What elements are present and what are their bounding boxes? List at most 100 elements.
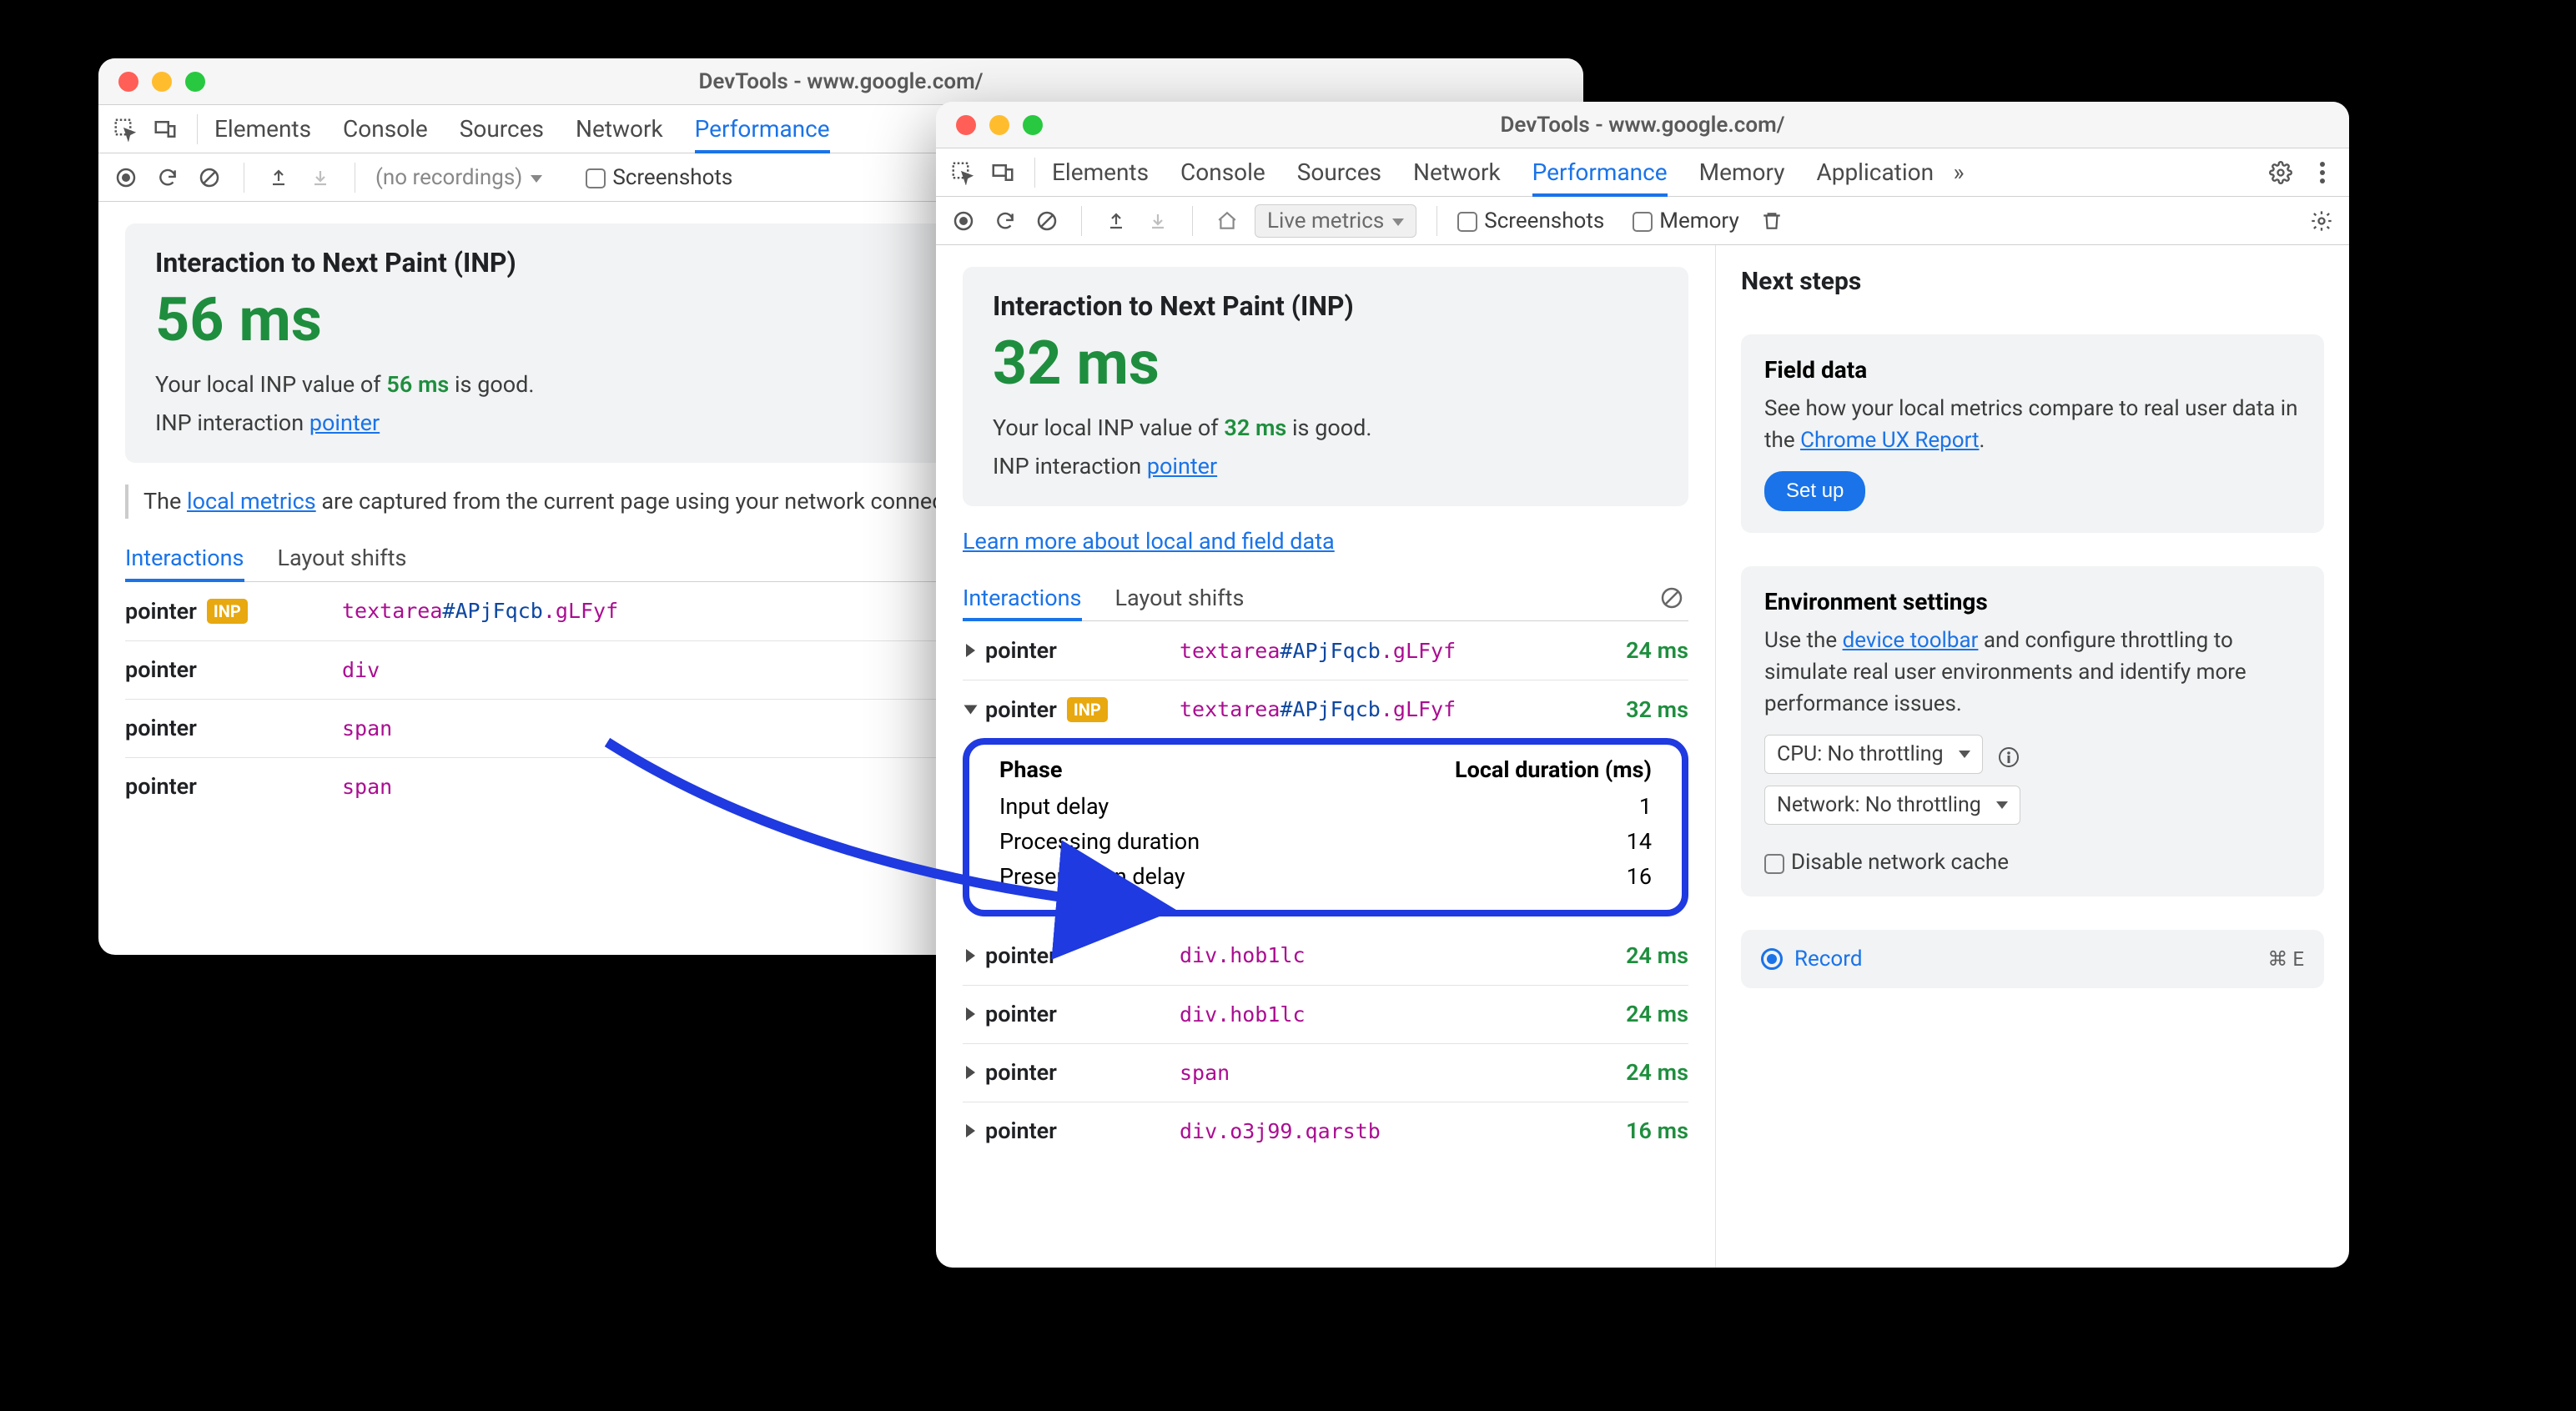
- inp-title: Interaction to Next Paint (INP): [993, 290, 1658, 322]
- tab-sources[interactable]: Sources: [1297, 148, 1381, 196]
- minimize-icon[interactable]: [152, 72, 172, 92]
- tab-sources[interactable]: Sources: [460, 105, 544, 153]
- interaction-row[interactable]: pointer span 24 ms: [963, 1043, 1688, 1102]
- clear-icon[interactable]: [195, 163, 224, 192]
- panel-tabs: Elements Console Sources Network Perform…: [936, 148, 2349, 197]
- interaction-rows: pointer textarea#APjFqcb.gLFyf 24 ms poi…: [963, 621, 1688, 738]
- interaction-row[interactable]: pointerINP textarea#APjFqcb.gLFyf 32 ms: [963, 680, 1688, 738]
- view-select[interactable]: Live metrics: [1255, 204, 1416, 238]
- subtab-interactions[interactable]: Interactions: [963, 575, 1082, 620]
- tab-memory[interactable]: Memory: [1699, 148, 1785, 196]
- home-icon[interactable]: [1213, 207, 1241, 235]
- download-icon[interactable]: [1144, 207, 1172, 235]
- env-title: Environment settings: [1764, 588, 2301, 615]
- info-icon[interactable]: [1998, 746, 2020, 768]
- tab-elements[interactable]: Elements: [1052, 148, 1149, 196]
- inp-interaction: INP interaction pointer: [993, 453, 1658, 480]
- chevron-right-icon[interactable]: [966, 1066, 975, 1079]
- inp-desc: Your local INP value of 32 ms is good.: [993, 414, 1658, 441]
- chevron-down-icon[interactable]: [964, 705, 978, 714]
- device-toolbar-link[interactable]: device toolbar: [1843, 628, 1979, 653]
- record-button[interactable]: Record: [1761, 947, 1862, 972]
- local-metrics-link[interactable]: local metrics: [187, 488, 316, 515]
- subtab-layout-shifts[interactable]: Layout shifts: [278, 535, 407, 581]
- inspect-icon[interactable]: [948, 158, 978, 188]
- download-icon[interactable]: [306, 163, 335, 192]
- record-card: Record ⌘ E: [1741, 930, 2324, 988]
- subtab-layout-shifts[interactable]: Layout shifts: [1115, 575, 1245, 620]
- record-shortcut: ⌘ E: [2267, 947, 2304, 971]
- inspect-icon[interactable]: [110, 114, 140, 144]
- chevron-down-icon: [1392, 218, 1404, 226]
- minimize-icon[interactable]: [989, 115, 1009, 135]
- learn-more-link[interactable]: Learn more about local and field data: [963, 528, 1335, 555]
- chevron-right-icon[interactable]: [966, 1007, 975, 1021]
- titlebar: DevTools - www.google.com/: [98, 58, 1583, 105]
- inp-badge: INP: [1067, 697, 1108, 722]
- upload-icon[interactable]: [1102, 207, 1130, 235]
- next-steps-sidebar: Next steps Field data See how your local…: [1715, 245, 2349, 1268]
- kebab-icon[interactable]: [2307, 158, 2337, 188]
- clear-interactions-icon[interactable]: [1660, 586, 1683, 610]
- record-icon[interactable]: [112, 163, 140, 192]
- chevron-right-icon[interactable]: [966, 644, 975, 657]
- memory-checkbox[interactable]: Memory: [1633, 208, 1738, 233]
- recordings-select-label: (no recordings): [375, 165, 522, 190]
- garbage-collect-icon[interactable]: [1758, 207, 1786, 235]
- window-title: DevTools - www.google.com/: [698, 69, 983, 94]
- tab-network[interactable]: Network: [576, 105, 663, 153]
- window-title: DevTools - www.google.com/: [1500, 113, 1784, 138]
- device-toolbar-icon[interactable]: [150, 114, 180, 144]
- subtabs: Interactions Layout shifts: [963, 575, 1688, 621]
- maximize-icon[interactable]: [1023, 115, 1043, 135]
- more-tabs-icon[interactable]: »: [1944, 158, 1974, 188]
- subtab-interactions[interactable]: Interactions: [125, 535, 244, 581]
- interaction-row[interactable]: pointer div.hob1lc 24 ms: [963, 926, 1688, 985]
- tab-network[interactable]: Network: [1413, 148, 1501, 196]
- device-toolbar-icon[interactable]: [988, 158, 1018, 188]
- environment-settings-card: Environment settings Use the device tool…: [1741, 566, 2324, 896]
- traffic-lights[interactable]: [936, 115, 1043, 135]
- learn-more-link-row: Learn more about local and field data: [963, 528, 1688, 555]
- recordings-select[interactable]: (no recordings): [375, 165, 542, 190]
- devtools-window-front: DevTools - www.google.com/ Elements Cons…: [936, 102, 2349, 1268]
- upload-icon[interactable]: [264, 163, 293, 192]
- tab-elements[interactable]: Elements: [214, 105, 311, 153]
- interaction-row[interactable]: pointer div.hob1lc 24 ms: [963, 985, 1688, 1043]
- settings-icon[interactable]: [2266, 158, 2296, 188]
- crux-link[interactable]: Chrome UX Report: [1800, 428, 1979, 453]
- cpu-throttle-select[interactable]: CPU: No throttling: [1764, 735, 1983, 774]
- tab-console[interactable]: Console: [343, 105, 428, 153]
- close-icon[interactable]: [118, 72, 138, 92]
- screenshots-checkbox[interactable]: Screenshots: [1457, 208, 1604, 233]
- reload-record-icon[interactable]: [153, 163, 182, 192]
- tab-application[interactable]: Application: [1816, 148, 1934, 196]
- interaction-row[interactable]: pointer div.o3j99.qarstb 16 ms: [963, 1102, 1688, 1160]
- chevron-down-icon: [1996, 801, 2008, 809]
- tab-performance[interactable]: Performance: [1532, 148, 1668, 196]
- traffic-lights[interactable]: [98, 72, 205, 92]
- titlebar: DevTools - www.google.com/: [936, 102, 2349, 148]
- next-steps-heading: Next steps: [1741, 267, 2324, 296]
- close-icon[interactable]: [956, 115, 976, 135]
- screenshots-checkbox[interactable]: Screenshots: [586, 165, 732, 190]
- view-select-label: Live metrics: [1267, 208, 1384, 233]
- chevron-right-icon[interactable]: [966, 1124, 975, 1137]
- disable-cache-checkbox[interactable]: Disable network cache: [1764, 850, 2009, 875]
- reload-record-icon[interactable]: [991, 207, 1019, 235]
- clear-icon[interactable]: [1033, 207, 1061, 235]
- record-icon: [1761, 948, 1783, 970]
- field-data-title: Field data: [1764, 356, 2301, 384]
- record-icon[interactable]: [949, 207, 978, 235]
- inp-interaction-link[interactable]: pointer: [309, 409, 380, 436]
- inp-interaction-link[interactable]: pointer: [1147, 453, 1217, 480]
- maximize-icon[interactable]: [185, 72, 205, 92]
- network-throttle-select[interactable]: Network: No throttling: [1764, 786, 2020, 825]
- interaction-row[interactable]: pointer textarea#APjFqcb.gLFyf 24 ms: [963, 621, 1688, 680]
- setup-button[interactable]: Set up: [1764, 471, 1865, 511]
- tab-console[interactable]: Console: [1180, 148, 1265, 196]
- tab-performance[interactable]: Performance: [695, 105, 830, 153]
- interaction-rows-2: pointer div.hob1lc 24 ms pointer div.hob…: [963, 926, 1688, 1160]
- chevron-right-icon[interactable]: [966, 949, 975, 962]
- panel-settings-icon[interactable]: [2307, 207, 2336, 235]
